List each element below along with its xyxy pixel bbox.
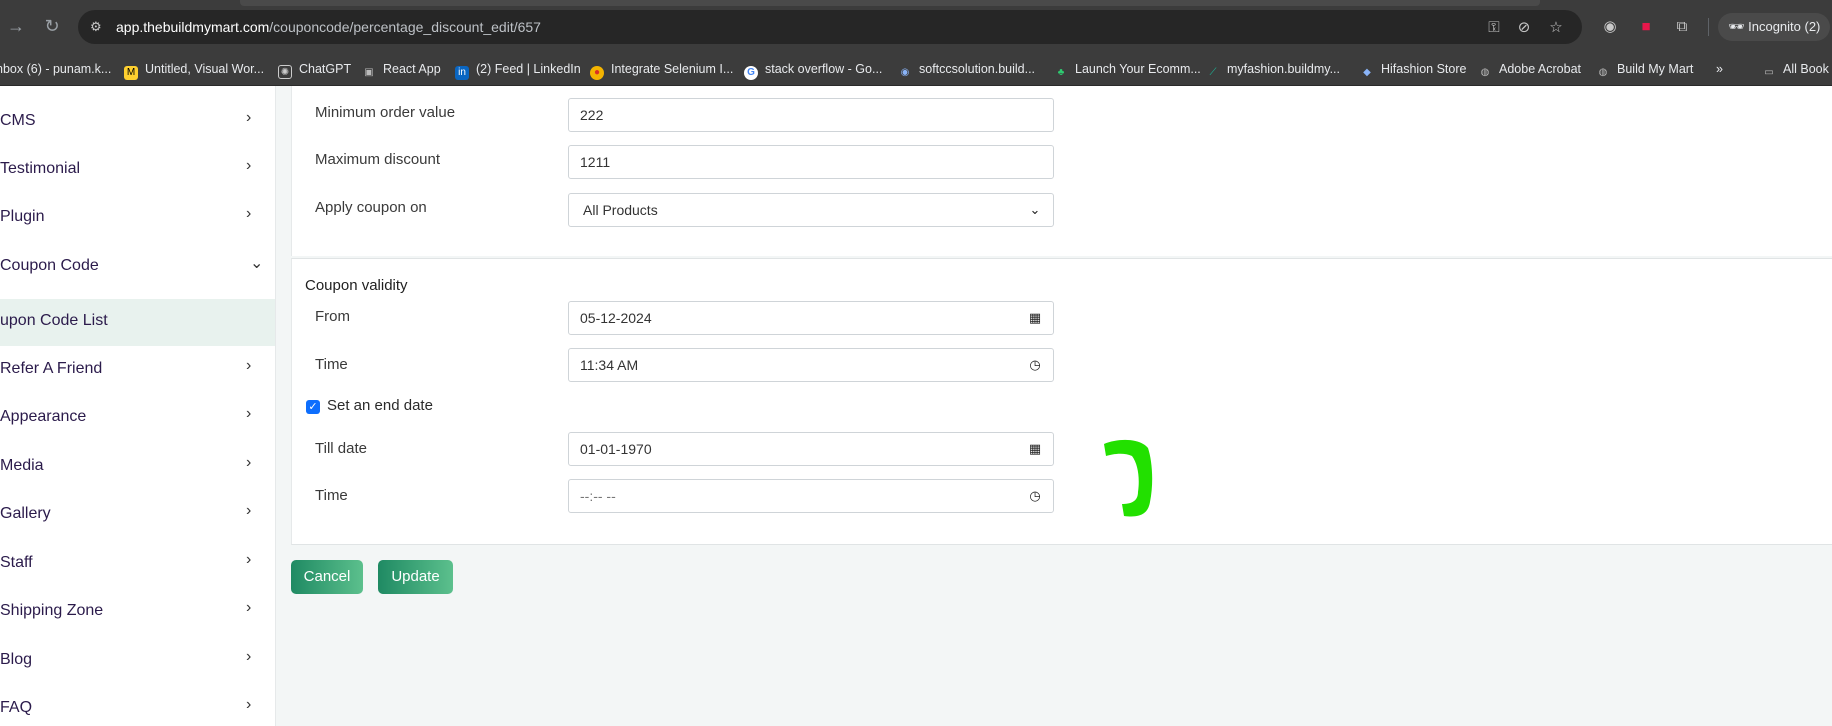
sidebar-item-coupon-code-list[interactable]: upon Code List — [0, 299, 275, 346]
chevron-right-icon: › — [246, 648, 252, 665]
tab-strip — [240, 0, 1540, 6]
cancel-button[interactable]: Cancel — [291, 560, 363, 594]
sidebar-item-media[interactable]: Media › — [0, 443, 275, 489]
sidebar-item-faq[interactable]: FAQ › — [0, 685, 275, 726]
bookmark-item[interactable]: ● Integrate Selenium I... — [590, 60, 733, 80]
sidebar-item-refer-a-friend[interactable]: Refer A Friend › — [0, 346, 275, 392]
password-key-icon[interactable]: ⚿ — [1484, 18, 1504, 38]
chatgpt-icon: ✺ — [278, 65, 292, 79]
sidebar-item-cms[interactable]: CMS › — [0, 98, 275, 144]
chevron-right-icon: › — [246, 502, 252, 519]
miro-icon: M — [124, 66, 138, 80]
globe-icon: ◍ — [1480, 67, 1490, 78]
folder-icon: ▭ — [1764, 67, 1774, 78]
sidebar-item-gallery[interactable]: Gallery › — [0, 491, 275, 537]
apply-coupon-select[interactable]: All Products ⌄ — [568, 193, 1054, 227]
globe-icon: ◍ — [1598, 67, 1608, 78]
till-time-input[interactable]: --:-- -- ◷ — [568, 479, 1054, 513]
from-date-label: From — [315, 308, 350, 325]
address-bar[interactable]: ⚙ app.thebuildmymart.com/couponcode/perc… — [78, 10, 1582, 44]
chevron-right-icon: › — [246, 696, 252, 713]
sidebar-item-plugin[interactable]: Plugin › — [0, 194, 275, 240]
sidebar-item-testimonial[interactable]: Testimonial › — [0, 146, 275, 192]
from-time-input[interactable]: 11:34 AM ◷ — [568, 348, 1054, 382]
min-order-label: Minimum order value — [315, 104, 456, 121]
address-url[interactable]: app.thebuildmymart.com/couponcode/percen… — [116, 19, 541, 35]
bookmark-star-icon[interactable]: ☆ — [1546, 18, 1566, 38]
linkedin-icon: in — [455, 66, 469, 80]
eye-off-icon[interactable]: ⊘ — [1514, 18, 1534, 38]
reload-icon[interactable]: ↻ — [40, 14, 64, 38]
calendar-icon[interactable]: ▦ — [1027, 441, 1043, 457]
min-order-input[interactable]: 222 — [568, 98, 1054, 132]
coupon-limits-card — [291, 86, 1832, 256]
chrome-icon: ● — [590, 66, 604, 80]
extension-photo-icon[interactable]: ◉ — [1600, 17, 1620, 37]
chevron-right-icon: › — [246, 157, 252, 174]
chevron-right-icon: › — [246, 454, 252, 471]
end-date-checkbox[interactable]: ✓ — [306, 400, 320, 414]
chevron-down-icon: ⌄ — [250, 255, 264, 272]
apply-coupon-label: Apply coupon on — [315, 199, 427, 216]
calendar-icon[interactable]: ▦ — [1027, 310, 1043, 326]
coupon-validity-card — [291, 258, 1832, 545]
end-date-checkbox-label[interactable]: Set an end date — [327, 397, 433, 414]
chevron-right-icon: › — [246, 205, 252, 222]
toolbar-divider — [1708, 18, 1709, 36]
forward-icon[interactable]: → — [4, 14, 28, 38]
browser-toolbar: → ↻ ⚙ app.thebuildmymart.com/couponcode/… — [0, 0, 1832, 52]
site-icon: ⟋ — [1209, 67, 1217, 78]
till-date-input[interactable]: 01-01-1970 ▦ — [568, 432, 1054, 466]
extensions-puzzle-icon[interactable]: ⧉ — [1672, 17, 1692, 37]
bookmark-item[interactable]: ◍ Build My Mart — [1596, 60, 1694, 78]
incognito-icon: 🕶 — [1728, 19, 1749, 34]
chevron-right-icon: › — [246, 551, 252, 568]
site-info-icon[interactable]: ⚙ — [90, 19, 106, 35]
chevron-right-icon: › — [246, 405, 252, 422]
bookmarks-overflow-icon[interactable]: » — [1716, 60, 1723, 78]
sidebar-item-appearance[interactable]: Appearance › — [0, 394, 275, 440]
bookmarks-bar: nbox (6) - punam.k... M Untitled, Visual … — [0, 52, 1832, 86]
clock-icon[interactable]: ◷ — [1027, 357, 1043, 373]
sidebar-item-coupon-code[interactable]: Coupon Code ⌄ — [0, 243, 275, 289]
coupon-validity-title: Coupon validity — [305, 277, 408, 294]
chevron-right-icon: › — [246, 599, 252, 616]
max-discount-input[interactable]: 1211 — [568, 145, 1054, 179]
site-icon: ♣ — [1057, 67, 1065, 78]
bookmark-item[interactable]: ✺ ChatGPT — [278, 60, 351, 79]
from-time-label: Time — [315, 356, 348, 373]
sidebar: CMS › Testimonial › Plugin › Coupon Code… — [0, 86, 276, 726]
bookmark-item[interactable]: ◍ Adobe Acrobat — [1478, 60, 1581, 78]
clock-icon[interactable]: ◷ — [1027, 488, 1043, 504]
till-date-label: Till date — [315, 440, 367, 457]
sidebar-item-blog[interactable]: Blog › — [0, 637, 275, 683]
green-annotation-mark — [1104, 439, 1153, 517]
bookmark-item[interactable]: ◆ Hifashion Store — [1360, 60, 1466, 78]
chevron-down-icon: ⌄ — [1029, 202, 1041, 217]
bookmark-all[interactable]: ▭ All Book — [1762, 60, 1829, 78]
till-time-label: Time — [315, 487, 348, 504]
site-icon: ◆ — [1363, 67, 1371, 78]
from-date-input[interactable]: 05-12-2024 ▦ — [568, 301, 1054, 335]
chevron-right-icon: › — [246, 357, 252, 374]
bookmark-item[interactable]: ♣ Launch Your Ecomm... — [1054, 60, 1201, 78]
incognito-badge[interactable]: 🕶 Incognito (2) — [1718, 13, 1831, 41]
react-icon: ▣ — [364, 67, 374, 78]
chevron-right-icon: › — [246, 109, 252, 126]
bookmark-item[interactable]: M Untitled, Visual Wor... — [124, 60, 264, 80]
sidebar-item-staff[interactable]: Staff › — [0, 540, 275, 586]
extension-record-icon[interactable]: ■ — [1636, 17, 1656, 37]
bookmark-item[interactable]: in (2) Feed | LinkedIn — [455, 60, 581, 80]
bookmark-item[interactable]: Gstack overflow - Go... — [744, 60, 882, 80]
google-icon: G — [744, 66, 758, 80]
bookmark-item[interactable]: ▣ React App — [362, 60, 440, 78]
bookmark-item[interactable]: ⟋ myfashion.buildmy... — [1206, 60, 1341, 78]
sidebar-item-shipping-zone[interactable]: Shipping Zone › — [0, 588, 275, 634]
bookmark-item[interactable]: ◉ softccsolution.build... — [898, 60, 1035, 78]
site-icon: ◉ — [900, 67, 910, 78]
update-button[interactable]: Update — [378, 560, 453, 594]
bookmark-item[interactable]: nbox (6) - punam.k... — [0, 60, 111, 78]
max-discount-label: Maximum discount — [315, 151, 441, 168]
